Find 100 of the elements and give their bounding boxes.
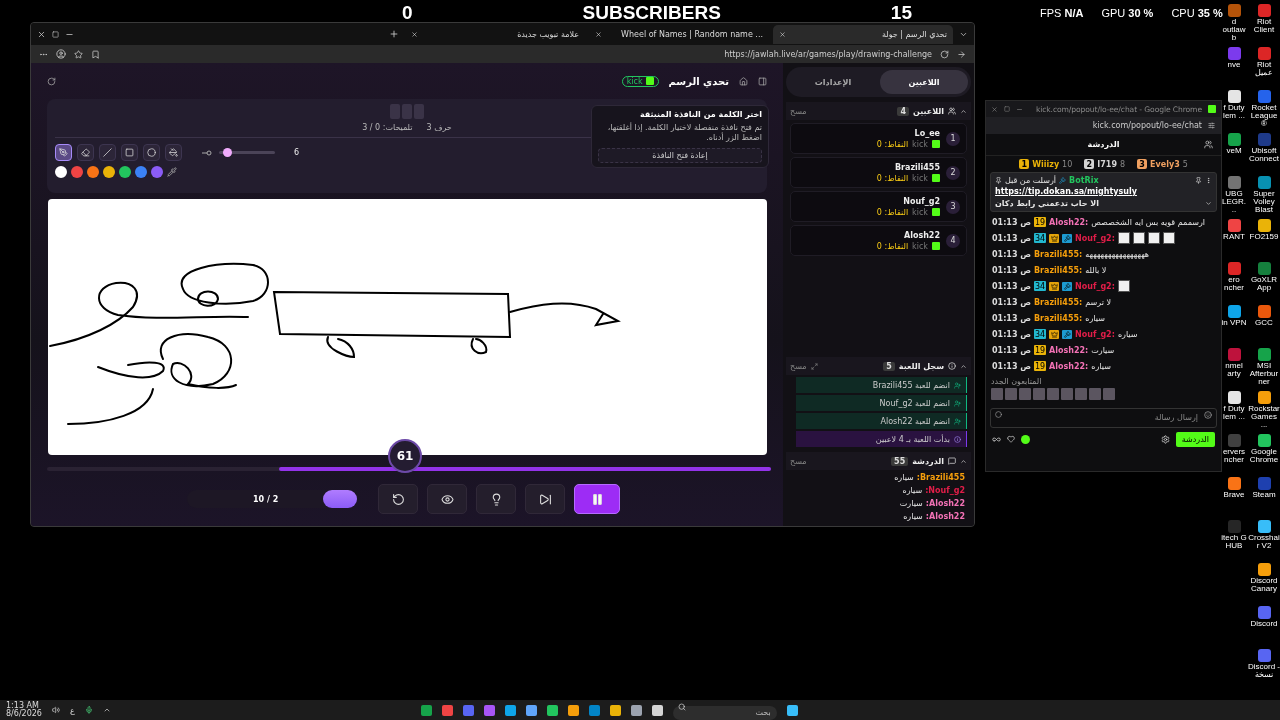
reload-icon[interactable] (940, 49, 949, 59)
taskbar-app-icon[interactable] (504, 704, 516, 716)
sidebar-tab[interactable]: اللاعبين (880, 70, 968, 94)
log-count: 5 (883, 361, 895, 371)
app-icon[interactable] (1227, 477, 1241, 490)
app-icon[interactable] (1257, 348, 1271, 361)
collapse-icon[interactable] (960, 362, 967, 370)
bookmark-icon[interactable] (91, 49, 100, 59)
app-icon[interactable] (1227, 305, 1241, 318)
clear-link[interactable]: مسح (790, 106, 807, 116)
color-swatch[interactable] (87, 166, 99, 178)
clear-link[interactable]: مسح (790, 456, 807, 466)
close-icon[interactable] (37, 29, 46, 39)
sidebar-icon[interactable] (758, 76, 767, 86)
clear-link[interactable]: مسح (790, 361, 807, 371)
line-tool[interactable] (99, 144, 116, 161)
brush-size-slider[interactable] (219, 151, 275, 154)
reveal-button[interactable] (427, 484, 467, 514)
home-icon[interactable] (739, 76, 748, 86)
browser-tab[interactable]: تحدي الرسم | جولة (773, 24, 953, 44)
restart-button[interactable] (378, 484, 418, 514)
rectangle-tool[interactable] (121, 144, 138, 161)
desktop-icon-label: Riot Client (1252, 18, 1276, 34)
desktop-icon-label: Crosshair V2 (1248, 534, 1280, 550)
app-icon[interactable] (1257, 434, 1271, 447)
taskbar-app-icon[interactable] (651, 704, 663, 716)
taskbar-app-icon[interactable] (567, 704, 579, 716)
heart-icon[interactable] (1007, 435, 1015, 443)
reopen-button[interactable]: إعادة فتح النافذة (598, 147, 762, 163)
fill-tool[interactable] (165, 144, 182, 161)
color-swatch[interactable] (71, 166, 83, 178)
tray-chevron-icon[interactable] (102, 706, 111, 714)
desktop-icon-label: Google Chrome (1248, 448, 1280, 464)
app-icon[interactable] (1227, 133, 1241, 146)
collapse-icon[interactable] (960, 107, 967, 115)
forward-icon[interactable] (957, 49, 966, 59)
settings-icon[interactable] (1160, 434, 1170, 444)
taskbar-app-icon[interactable] (420, 704, 432, 716)
microphone-icon[interactable] (84, 706, 93, 714)
taskbar-app-icon[interactable] (546, 704, 558, 716)
start-icon[interactable] (786, 704, 798, 716)
sidebar-tab[interactable]: الإعدادات (789, 70, 877, 94)
expand-icon[interactable] (1205, 200, 1212, 207)
color-picker-icon[interactable] (167, 167, 177, 177)
pause-button[interactable] (574, 484, 620, 514)
hint-button[interactable] (476, 484, 516, 514)
chat-username: :Nouf_g2 (925, 486, 965, 495)
desktop-icon-label: Discord - نسخة (1248, 663, 1280, 679)
star-icon[interactable] (74, 49, 83, 59)
chat-message: سياره (903, 512, 923, 521)
pin-icon[interactable] (1195, 177, 1202, 184)
color-swatch[interactable] (119, 166, 131, 178)
new-tab-icon[interactable] (389, 29, 399, 39)
message-time: 01:13 ص (992, 361, 1031, 371)
app-icon[interactable] (1227, 391, 1241, 404)
leader-score: 10 (1062, 159, 1073, 169)
infinity-icon[interactable] (992, 434, 1001, 444)
player-name: Brazili455 (894, 162, 940, 172)
browser-tab[interactable]: Wheel of Names | Random name ... (589, 24, 769, 44)
language-indicator[interactable]: ع (69, 705, 75, 715)
message-time: 01:13 ص (992, 281, 1031, 291)
collapse-icon[interactable] (960, 457, 967, 465)
settings-icon[interactable] (1208, 122, 1215, 129)
kick-logo-icon[interactable] (1021, 434, 1030, 444)
users-icon[interactable] (1204, 140, 1213, 149)
emoji-icon[interactable] (1204, 411, 1212, 419)
expand-icon[interactable] (810, 362, 818, 370)
pen-tool[interactable] (55, 144, 72, 161)
circle-icon[interactable] (995, 411, 1002, 418)
app-icon[interactable] (1257, 563, 1271, 576)
eraser-tool[interactable] (77, 144, 94, 161)
chat-username: Brazili455: (1034, 265, 1083, 275)
pinned-link[interactable]: https://tip.dokan.sa/mightysuly (995, 187, 1137, 196)
message-field[interactable]: إرسال رسالة (990, 407, 1217, 428)
search-field[interactable]: بحث (672, 705, 777, 720)
color-swatch[interactable] (135, 166, 147, 178)
app-icon[interactable] (1227, 90, 1241, 103)
color-swatch[interactable] (103, 166, 115, 178)
taskbar-app-icon[interactable] (609, 704, 621, 716)
chat-button[interactable]: الدردشة (1175, 431, 1215, 447)
color-swatch[interactable] (55, 166, 67, 178)
refresh-icon[interactable] (47, 76, 56, 86)
address-bar[interactable]: https://jawlah.live/ar/games/play/drawing-challenge (724, 49, 932, 59)
circle-tool[interactable] (143, 144, 160, 161)
taskbar-app-icon[interactable] (525, 704, 537, 716)
message-time: 01:13 ص (992, 217, 1031, 227)
subscriber-badge: 34 (1034, 329, 1046, 339)
app-icon[interactable] (1257, 219, 1271, 232)
browser-tab[interactable]: علامة تبويب جديدة (405, 24, 585, 44)
skip-icon (538, 492, 552, 506)
color-swatch[interactable] (151, 166, 163, 178)
slider-thumb[interactable] (223, 148, 233, 157)
maximize-icon[interactable] (52, 30, 59, 38)
app-icon[interactable] (1257, 391, 1271, 404)
taskbar-app-icon[interactable] (630, 704, 642, 716)
skip-button[interactable] (525, 484, 565, 514)
subscriber-goal: 15 (890, 2, 912, 24)
app-icon[interactable] (1257, 520, 1271, 533)
volume-icon[interactable] (51, 706, 60, 714)
profile-icon[interactable] (56, 49, 66, 59)
